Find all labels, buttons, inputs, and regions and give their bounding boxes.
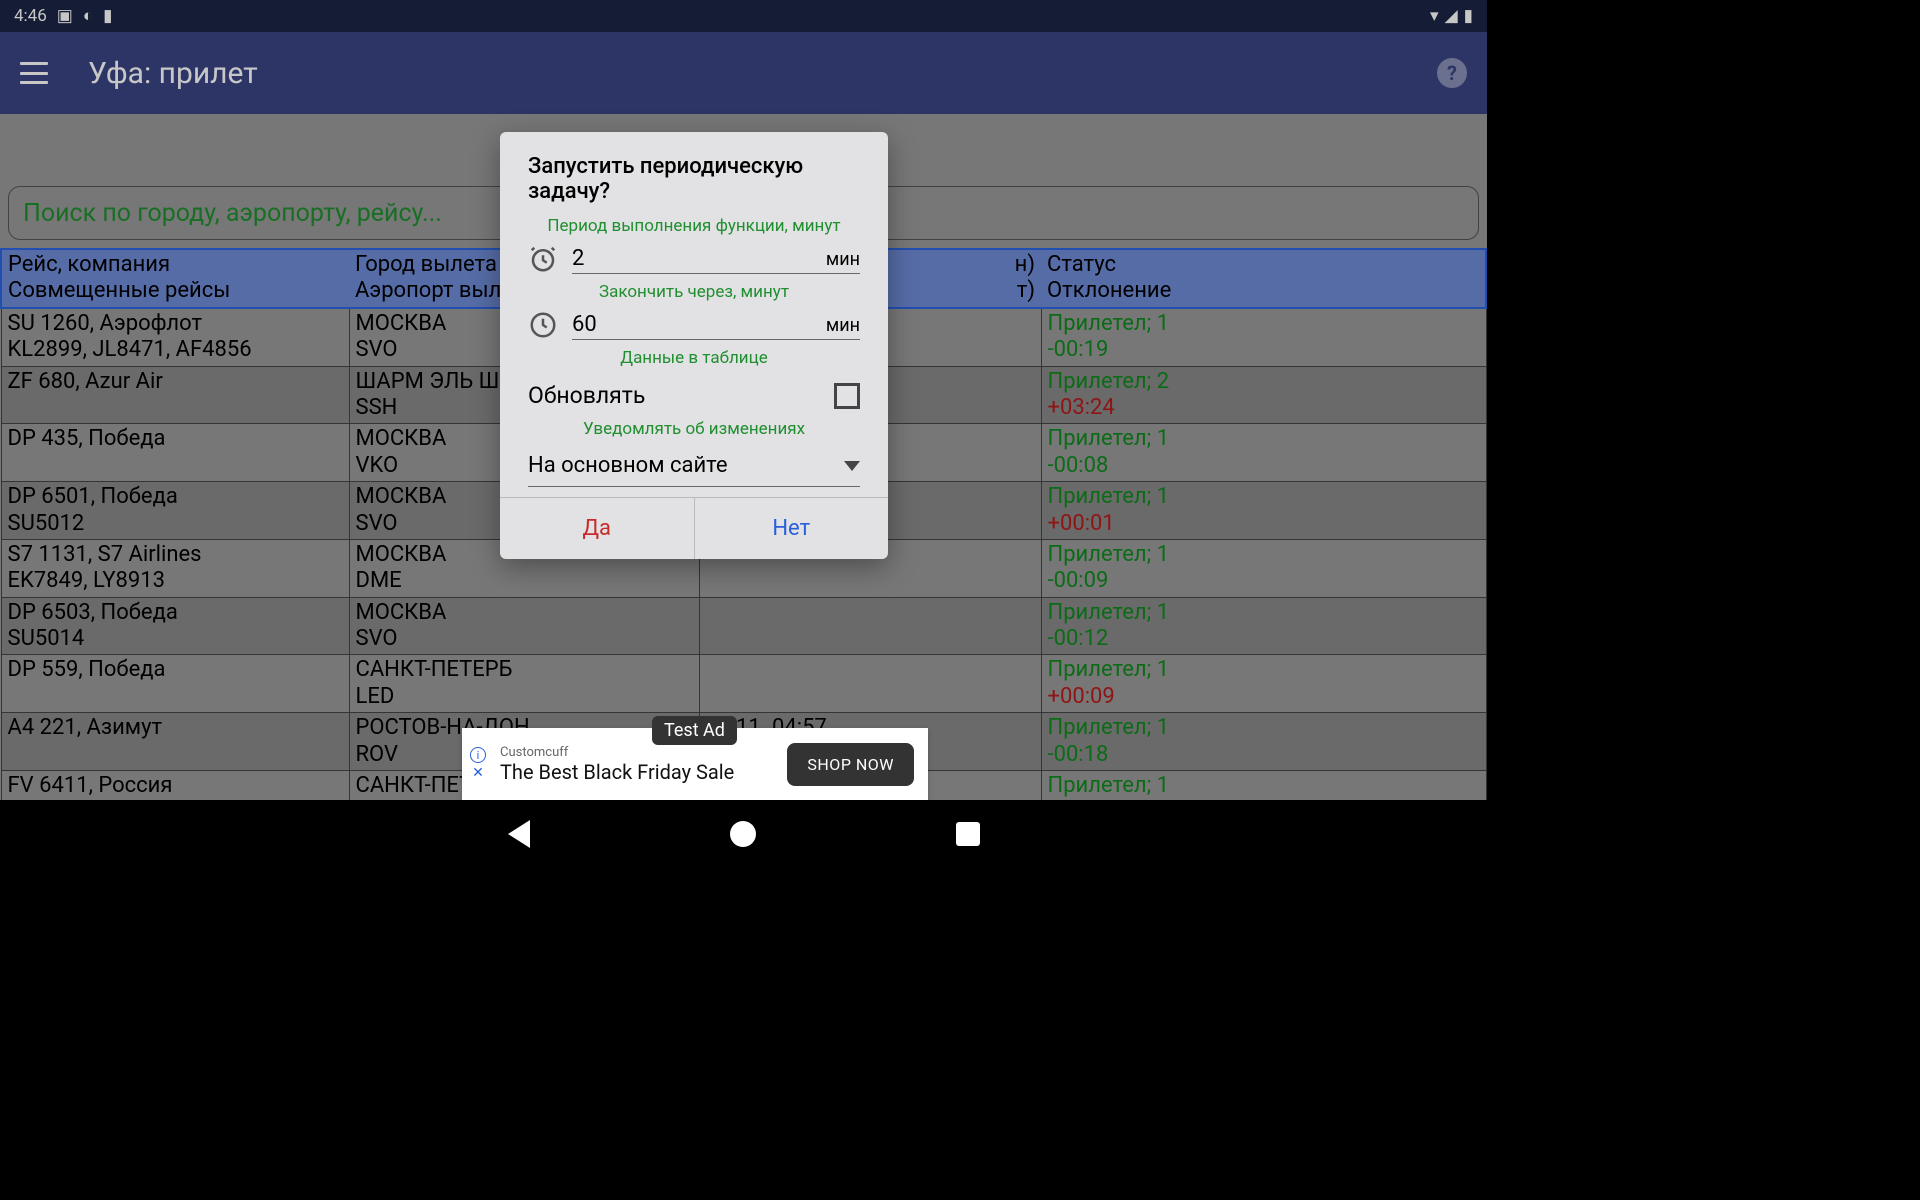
notify-value: На основном сайте xyxy=(528,453,844,478)
test-ad-badge: Test Ad xyxy=(652,716,737,745)
periodic-task-dialog: Запустить периодическую задачу? Период в… xyxy=(500,132,888,559)
clock-icon xyxy=(528,310,558,340)
ad-cta-button[interactable]: SHOP NOW xyxy=(787,743,914,786)
chevron-down-icon xyxy=(844,461,860,471)
update-label: Обновлять xyxy=(528,382,645,409)
dialog-no-button[interactable]: Нет xyxy=(694,498,889,559)
notify-dropdown[interactable]: На основном сайте xyxy=(528,447,860,487)
finish-input[interactable]: 60 мин xyxy=(572,312,860,340)
finish-value: 60 xyxy=(572,312,826,337)
ad-close-icon[interactable]: i✕ xyxy=(470,747,486,781)
update-checkbox[interactable] xyxy=(834,383,860,409)
hint-finish: Закончить через, минут xyxy=(528,282,860,302)
finish-unit: мин xyxy=(826,315,860,336)
hint-table: Данные в таблице xyxy=(528,348,860,368)
nav-recent-button[interactable] xyxy=(956,822,980,846)
nav-home-button[interactable] xyxy=(730,821,756,847)
alarm-icon xyxy=(528,244,558,274)
ad-advertiser: Customcuff xyxy=(500,745,773,760)
nav-back-button[interactable] xyxy=(508,820,530,848)
hint-notify: Уведомлять об изменениях xyxy=(528,419,860,439)
ad-text: The Best Black Friday Sale xyxy=(500,760,773,784)
period-input[interactable]: 2 мин xyxy=(572,246,860,274)
period-unit: мин xyxy=(826,249,860,270)
dialog-title: Запустить периодическую задачу? xyxy=(528,154,860,204)
hint-period: Период выполнения функции, минут xyxy=(528,216,860,236)
period-value: 2 xyxy=(572,246,826,271)
dialog-yes-button[interactable]: Да xyxy=(500,498,694,559)
android-nav-bar xyxy=(0,800,1487,868)
ad-banner[interactable]: Test Ad i✕ Customcuff The Best Black Fri… xyxy=(462,728,928,800)
